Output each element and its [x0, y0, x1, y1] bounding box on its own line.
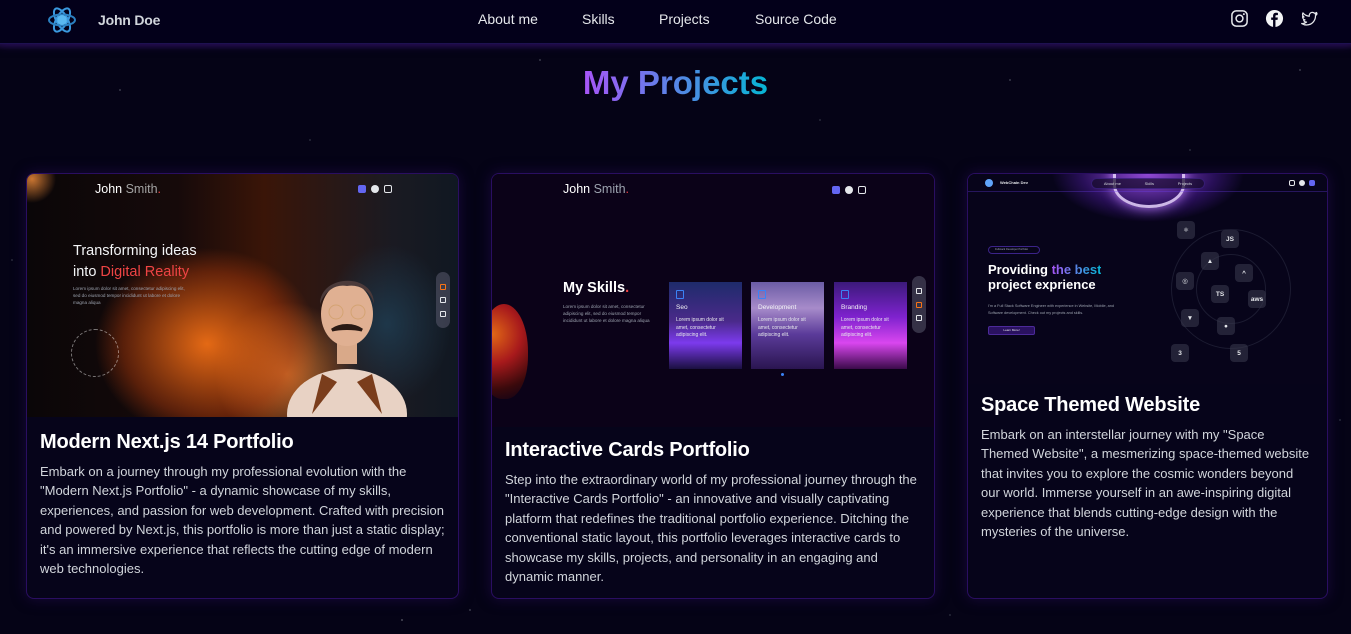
instagram-icon — [384, 185, 392, 193]
home-icon — [916, 287, 922, 294]
preview-name: John Smith. — [95, 182, 162, 196]
skill-card-title: Development — [758, 304, 797, 311]
skill-card-branding: Branding Lorem ipsum dolor sit amet, con… — [834, 282, 907, 369]
preview-navbar: WebChain Dev About me Skills Projects — [968, 174, 1327, 192]
preview-headline: Providing the best project exprience — [988, 262, 1102, 292]
nav-link-about-me[interactable]: About me — [478, 11, 582, 27]
preview-link: Skills — [1144, 181, 1154, 186]
portrait-illustration — [287, 280, 407, 417]
brand[interactable]: John Doe — [46, 4, 160, 36]
css3-icon: 3 — [1171, 344, 1189, 362]
grid-icon — [440, 310, 446, 317]
vue-icon: ▼ — [1181, 309, 1199, 327]
discord-icon — [1309, 180, 1315, 186]
skill-card-title: Seo — [676, 304, 688, 311]
project-thumbnail: John Smith. My Skills. Lorem ipsum dolor… — [492, 174, 934, 427]
instagram-icon — [858, 186, 866, 194]
project-card-space-website[interactable]: WebChain Dev About me Skills Projects Fu… — [967, 173, 1328, 599]
graphql-icon: ◎ — [1176, 272, 1194, 290]
preview-lorem: I'm a Full Stack Software Engineer with … — [988, 304, 1115, 315]
project-thumbnail: WebChain Dev About me Skills Projects Fu… — [968, 174, 1327, 384]
preview-lorem: Lorem ipsum dolor sit amet, consectetur … — [73, 286, 185, 305]
twitter-icon[interactable] — [1300, 9, 1319, 28]
code-icon — [758, 290, 766, 299]
project-title: Interactive Cards Portfolio — [505, 439, 750, 461]
project-title: Space Themed Website — [981, 394, 1201, 416]
skill-card-text: Lorem ipsum dolor sit amet, consectetur … — [841, 317, 889, 338]
nav-link-source-code[interactable]: Source Code — [755, 11, 837, 27]
carousel-pager-dot — [781, 373, 784, 376]
user-icon — [440, 297, 446, 303]
nav-link-projects[interactable]: Projects — [659, 11, 755, 27]
skill-card-title: Branding — [841, 304, 868, 311]
js-icon: JS — [1221, 230, 1239, 248]
skill-card-seo: Seo Lorem ipsum dolor sit amet, consecte… — [669, 282, 742, 369]
user-icon — [916, 301, 922, 308]
preview-nav-links: About me Skills Projects — [1091, 178, 1205, 189]
project-card-nextjs-portfolio[interactable]: John Smith. Transforming ideas into Digi… — [26, 173, 459, 599]
lightbulb-brain-image — [492, 304, 528, 399]
html5-icon: 5 — [1230, 344, 1248, 362]
project-description: Embark on a journey through my professio… — [40, 464, 445, 577]
project-description: Embark on an interstellar journey with m… — [981, 427, 1310, 540]
navbar-glow-divider — [0, 44, 1351, 50]
project-title: Modern Next.js 14 Portfolio — [40, 431, 294, 453]
atom-logo-icon — [985, 179, 993, 187]
facebook-icon[interactable] — [1265, 9, 1284, 28]
preview-link: About me — [1103, 181, 1121, 186]
nav-link-skills[interactable]: Skills — [582, 11, 659, 27]
my-projects-circle-badge — [71, 329, 119, 377]
preview-name: John Smith. — [563, 182, 630, 196]
skill-card-text: Lorem ipsum dolor sit amet, consectetur … — [758, 317, 806, 338]
preview-socials — [832, 186, 866, 194]
facebook-icon — [1299, 180, 1305, 186]
project-card-body: Interactive Cards Portfolio Step into th… — [492, 439, 934, 586]
navbar: John Doe About me Skills Projects Source… — [0, 0, 1351, 44]
instagram-icon — [1289, 180, 1295, 186]
project-description: Step into the extraordinary world of my … — [505, 472, 917, 585]
preview-socials — [1289, 180, 1315, 186]
discord-icon — [358, 185, 366, 193]
home-icon — [440, 283, 446, 290]
grid-icon — [916, 315, 922, 322]
skill-card-text: Lorem ipsum dolor sit amet, consectetur … — [676, 317, 724, 338]
brand-name: John Doe — [98, 12, 161, 28]
react-icon: ⚛ — [1177, 221, 1195, 239]
preview-lorem: Lorem ipsum dolor sit amet, consectetur … — [563, 304, 650, 323]
preview-learn-more-button: Learn More! — [988, 326, 1035, 335]
atom-logo-icon — [46, 4, 78, 36]
edit-icon — [841, 290, 849, 299]
preview-brand: WebChain Dev — [1000, 180, 1028, 185]
preview-badge: Fullstack Developer Portfolio — [988, 246, 1040, 254]
aws-icon: aws — [1248, 290, 1266, 308]
preview-socials — [358, 185, 392, 193]
discord-icon — [832, 186, 840, 194]
instagram-icon[interactable] — [1230, 9, 1249, 28]
preview-section-title: My Skills. — [563, 280, 630, 296]
preview-link: Projects — [1177, 181, 1193, 186]
project-card-body: Modern Next.js 14 Portfolio Embark on a … — [27, 431, 458, 578]
document-icon — [676, 290, 684, 299]
facebook-icon — [371, 185, 379, 193]
project-card-interactive-cards[interactable]: John Smith. My Skills. Lorem ipsum dolor… — [491, 173, 935, 599]
firebase-icon: ▲ — [1201, 252, 1219, 270]
preview-side-nav — [912, 276, 926, 333]
preview-side-nav — [436, 272, 450, 328]
github-icon: ● — [1217, 317, 1235, 335]
nav-links: About me Skills Projects Source Code — [478, 11, 837, 27]
project-thumbnail: John Smith. Transforming ideas into Digi… — [27, 174, 458, 417]
project-card-body: Space Themed Website Embark on an inters… — [968, 394, 1327, 541]
angular-icon: ^ — [1235, 264, 1253, 282]
ts-icon: TS — [1211, 285, 1229, 303]
skill-card-development: Development Lorem ipsum dolor sit amet, … — [751, 282, 824, 369]
page-title: My Projects — [582, 64, 769, 101]
social-links — [1230, 9, 1319, 28]
facebook-icon — [845, 186, 853, 194]
preview-headline: Transforming ideas into Digital Reality — [73, 243, 197, 280]
